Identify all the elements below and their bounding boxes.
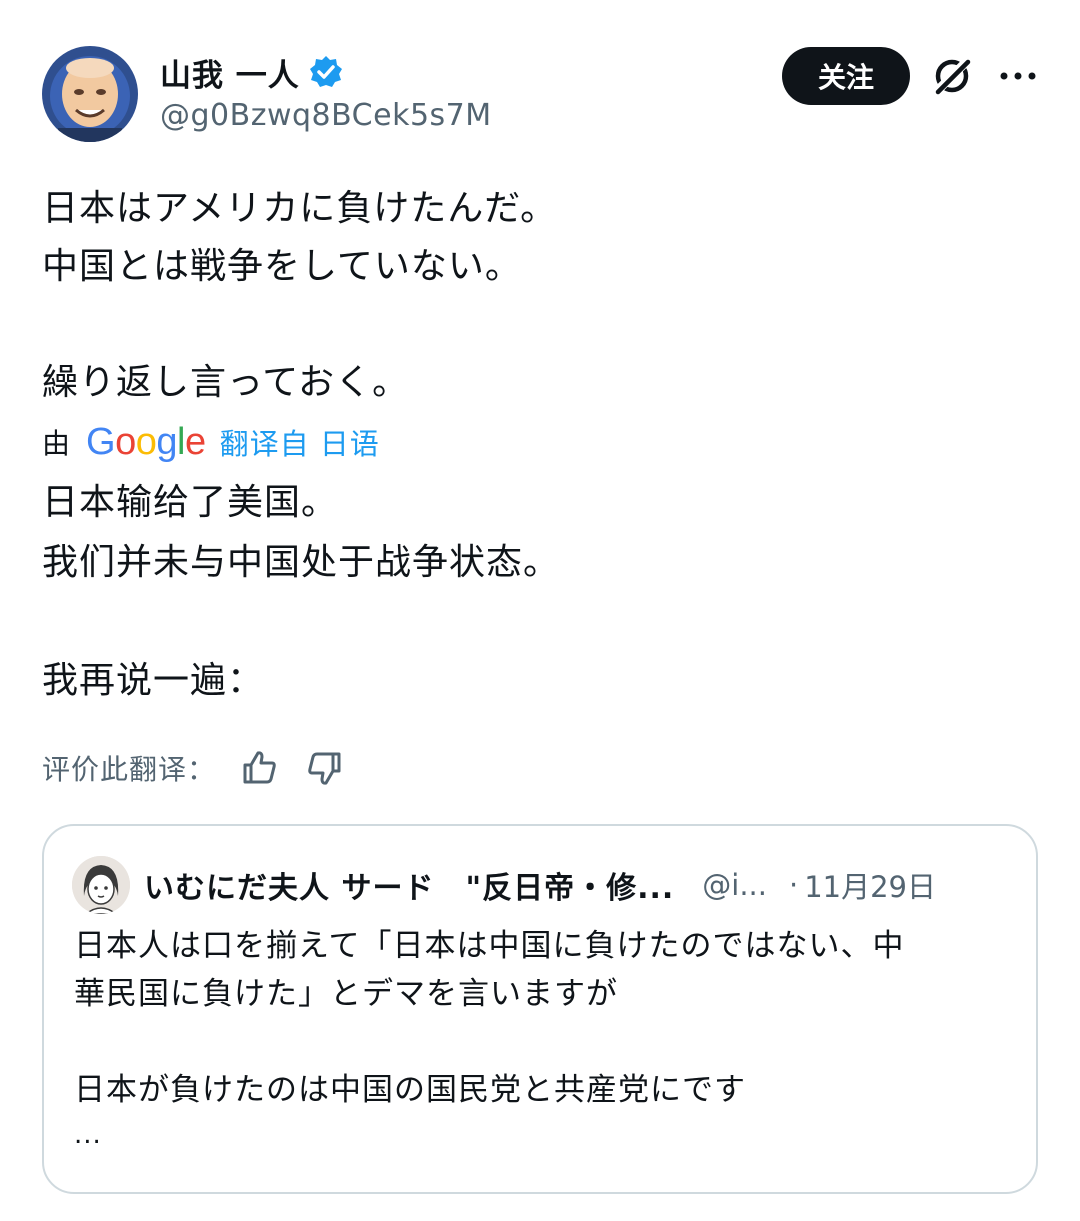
tweet-translated-line: 日本输给了美国。 xyxy=(42,482,339,523)
tweet-translated-line: 我们并未与中国处于战争状态。 xyxy=(42,542,561,583)
thumbs-down-icon[interactable] xyxy=(304,748,344,788)
translation-attribution: 由 Google 翻译自 日语 xyxy=(42,418,380,466)
quoted-separator: · xyxy=(788,868,799,902)
tweet-translated-line: 我再说一遍： xyxy=(42,660,265,701)
tweet-original-line: 繰り返し言っておく。 xyxy=(42,362,410,403)
rate-translation-row: 评价此翻译： xyxy=(42,744,344,792)
quoted-author-avatar[interactable] xyxy=(72,856,130,914)
quoted-author-handle[interactable]: @i... xyxy=(702,868,767,902)
verified-badge-icon xyxy=(308,54,344,90)
quoted-tweet-ellipsis: ... xyxy=(74,1120,102,1150)
quoted-tweet-date[interactable]: 11月29日 xyxy=(804,864,936,906)
rate-translation-label: 评价此翻译： xyxy=(42,753,217,786)
author-display-name[interactable]: 山我 一人 xyxy=(160,50,300,95)
tweet-header: 山我 一人 @g0Bzwq8BCek5s7M 关注 xyxy=(0,0,1080,150)
follow-button[interactable]: 关注 xyxy=(782,47,910,105)
tweet-original-line: 中国とは戦争をしていない。 xyxy=(42,246,522,287)
author-handle[interactable]: @g0Bzwq8BCek5s7M xyxy=(160,98,492,133)
translate-source-link[interactable]: 翻译自 日语 xyxy=(220,421,380,463)
quoted-avatar-image xyxy=(72,856,130,914)
google-logo: Google xyxy=(86,420,206,463)
more-options-icon[interactable] xyxy=(996,60,1040,92)
thumbs-up-icon[interactable] xyxy=(240,748,280,788)
author-avatar[interactable] xyxy=(42,46,138,142)
translated-by-prefix: 由 xyxy=(42,427,71,460)
quoted-tweet-line: 華民国に負けた」とデマを言いますが xyxy=(74,976,618,1012)
quoted-tweet-header: いむにだ夫人 サード "反日帝・修... @i... · 11月29日 xyxy=(144,860,1014,910)
avatar-image xyxy=(42,46,138,142)
grok-icon[interactable] xyxy=(930,54,974,98)
author-name-row: 山我 一人 xyxy=(160,50,344,94)
quoted-tweet-line: 日本人は口を揃えて「日本は中国に負けたのではない、中 xyxy=(74,928,905,964)
quoted-author-name[interactable]: いむにだ夫人 サード "反日帝・修... xyxy=(144,863,674,907)
quoted-tweet-line: 日本が負けたのは中国の国民党と共産党にです xyxy=(74,1072,746,1108)
tweet-original-line: 日本はアメリカに負けたんだ。 xyxy=(42,188,558,229)
